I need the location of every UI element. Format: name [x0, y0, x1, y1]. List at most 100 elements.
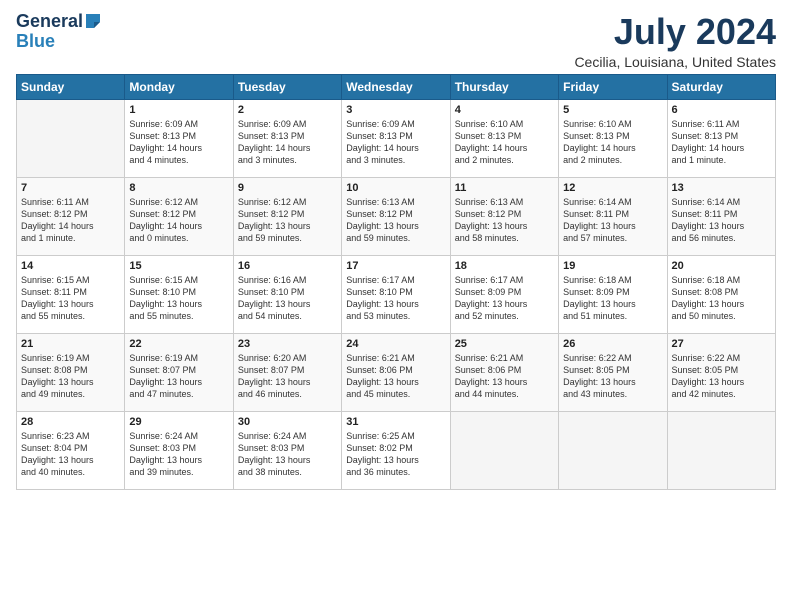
col-header-thursday: Thursday — [450, 74, 558, 99]
col-header-friday: Friday — [559, 74, 667, 99]
day-cell: 16 Sunrise: 6:16 AMSunset: 8:10 PMDayligh… — [233, 255, 341, 333]
day-info: Sunrise: 6:18 AMSunset: 8:09 PMDaylight:… — [563, 274, 662, 323]
week-row-3: 14 Sunrise: 6:15 AMSunset: 8:11 PMDayligh… — [17, 255, 776, 333]
day-number: 12 — [563, 182, 662, 194]
day-cell: 5Sunrise: 6:10 AMSunset: 8:13 PMDaylight… — [559, 99, 667, 177]
day-cell: 17 Sunrise: 6:17 AMSunset: 8:10 PMDayligh… — [342, 255, 450, 333]
col-header-sunday: Sunday — [17, 74, 125, 99]
day-number: 20 — [672, 260, 771, 272]
week-row-1: 1 Sunrise: 6:09 AMSunset: 8:13 PMDaylight… — [17, 99, 776, 177]
day-number: 25 — [455, 338, 554, 350]
logo-general-text: General — [16, 12, 83, 32]
day-number: 21 — [21, 338, 120, 350]
day-info: Sunrise: 6:13 AMSunset: 8:12 PMDaylight:… — [346, 196, 445, 245]
day-number: 27 — [672, 338, 771, 350]
day-cell: 11Sunrise: 6:13 AMSunset: 8:12 PMDayligh… — [450, 177, 558, 255]
day-number: 8 — [129, 182, 228, 194]
day-info: Sunrise: 6:21 AMSunset: 8:06 PMDaylight:… — [455, 352, 554, 401]
day-number: 13 — [672, 182, 771, 194]
month-title: July 2024 — [574, 12, 776, 52]
day-cell: 13 Sunrise: 6:14 AMSunset: 8:11 PMDayligh… — [667, 177, 775, 255]
day-number: 9 — [238, 182, 337, 194]
day-cell: 7Sunrise: 6:11 AMSunset: 8:12 PMDaylight… — [17, 177, 125, 255]
day-number: 23 — [238, 338, 337, 350]
col-header-tuesday: Tuesday — [233, 74, 341, 99]
day-number: 28 — [21, 416, 120, 428]
day-info: Sunrise: 6:18 AMSunset: 8:08 PMDaylight:… — [672, 274, 771, 323]
day-cell: 9 Sunrise: 6:12 AMSunset: 8:12 PMDaylight… — [233, 177, 341, 255]
day-cell: 15 Sunrise: 6:15 AMSunset: 8:10 PMDayligh… — [125, 255, 233, 333]
day-info: Sunrise: 6:14 AMSunset: 8:11 PMDaylight:… — [563, 196, 662, 245]
day-number: 14 — [21, 260, 120, 272]
day-info: Sunrise: 6:10 AMSunset: 8:13 PMDaylight:… — [563, 118, 662, 167]
day-cell: 1 Sunrise: 6:09 AMSunset: 8:13 PMDaylight… — [125, 99, 233, 177]
day-cell: 27 Sunrise: 6:22 AMSunset: 8:05 PMDayligh… — [667, 333, 775, 411]
day-info: Sunrise: 6:20 AMSunset: 8:07 PMDaylight:… — [238, 352, 337, 401]
logo-blue-text: Blue — [16, 32, 55, 52]
day-info: Sunrise: 6:15 AMSunset: 8:10 PMDaylight:… — [129, 274, 228, 323]
day-cell: 20 Sunrise: 6:18 AMSunset: 8:08 PMDayligh… — [667, 255, 775, 333]
day-cell — [667, 411, 775, 489]
location: Cecilia, Louisiana, United States — [574, 54, 776, 70]
day-info: Sunrise: 6:12 AMSunset: 8:12 PMDaylight:… — [238, 196, 337, 245]
day-number: 22 — [129, 338, 228, 350]
day-info: Sunrise: 6:17 AMSunset: 8:10 PMDaylight:… — [346, 274, 445, 323]
day-cell: 3Sunrise: 6:09 AMSunset: 8:13 PMDaylight… — [342, 99, 450, 177]
col-header-monday: Monday — [125, 74, 233, 99]
day-number: 24 — [346, 338, 445, 350]
day-number: 3 — [346, 104, 445, 116]
day-info: Sunrise: 6:16 AMSunset: 8:10 PMDaylight:… — [238, 274, 337, 323]
day-cell: 21 Sunrise: 6:19 AMSunset: 8:08 PMDayligh… — [17, 333, 125, 411]
logo: General Blue — [16, 12, 102, 52]
day-info: Sunrise: 6:22 AMSunset: 8:05 PMDaylight:… — [672, 352, 771, 401]
day-info: Sunrise: 6:15 AMSunset: 8:11 PMDaylight:… — [21, 274, 120, 323]
day-number: 29 — [129, 416, 228, 428]
day-info: Sunrise: 6:25 AMSunset: 8:02 PMDaylight:… — [346, 430, 445, 479]
day-number: 19 — [563, 260, 662, 272]
day-cell: 2 Sunrise: 6:09 AMSunset: 8:13 PMDaylight… — [233, 99, 341, 177]
day-info: Sunrise: 6:09 AMSunset: 8:13 PMDaylight:… — [238, 118, 337, 167]
day-cell: 28 Sunrise: 6:23 AMSunset: 8:04 PMDayligh… — [17, 411, 125, 489]
day-info: Sunrise: 6:11 AMSunset: 8:12 PMDaylight:… — [21, 196, 120, 245]
title-block: July 2024 Cecilia, Louisiana, United Sta… — [574, 12, 776, 70]
day-info: Sunrise: 6:17 AMSunset: 8:09 PMDaylight:… — [455, 274, 554, 323]
day-cell: 26Sunrise: 6:22 AMSunset: 8:05 PMDayligh… — [559, 333, 667, 411]
day-number: 11 — [455, 182, 554, 194]
day-cell: 23 Sunrise: 6:20 AMSunset: 8:07 PMDayligh… — [233, 333, 341, 411]
col-header-saturday: Saturday — [667, 74, 775, 99]
week-row-5: 28 Sunrise: 6:23 AMSunset: 8:04 PMDayligh… — [17, 411, 776, 489]
day-info: Sunrise: 6:14 AMSunset: 8:11 PMDaylight:… — [672, 196, 771, 245]
day-cell — [559, 411, 667, 489]
day-cell: 30Sunrise: 6:24 AMSunset: 8:03 PMDayligh… — [233, 411, 341, 489]
day-cell: 18Sunrise: 6:17 AMSunset: 8:09 PMDayligh… — [450, 255, 558, 333]
day-info: Sunrise: 6:12 AMSunset: 8:12 PMDaylight:… — [129, 196, 228, 245]
day-number: 10 — [346, 182, 445, 194]
day-cell: 24Sunrise: 6:21 AMSunset: 8:06 PMDayligh… — [342, 333, 450, 411]
day-info: Sunrise: 6:19 AMSunset: 8:08 PMDaylight:… — [21, 352, 120, 401]
day-info: Sunrise: 6:09 AMSunset: 8:13 PMDaylight:… — [129, 118, 228, 167]
week-row-2: 7Sunrise: 6:11 AMSunset: 8:12 PMDaylight… — [17, 177, 776, 255]
day-cell: 31Sunrise: 6:25 AMSunset: 8:02 PMDayligh… — [342, 411, 450, 489]
col-header-wednesday: Wednesday — [342, 74, 450, 99]
day-cell: 19 Sunrise: 6:18 AMSunset: 8:09 PMDayligh… — [559, 255, 667, 333]
day-cell: 12 Sunrise: 6:14 AMSunset: 8:11 PMDayligh… — [559, 177, 667, 255]
day-number: 26 — [563, 338, 662, 350]
day-number: 17 — [346, 260, 445, 272]
day-cell: 22 Sunrise: 6:19 AMSunset: 8:07 PMDayligh… — [125, 333, 233, 411]
header: General Blue July 2024 Cecilia, Louisian… — [16, 12, 776, 70]
day-cell: 4Sunrise: 6:10 AMSunset: 8:13 PMDaylight… — [450, 99, 558, 177]
day-cell: 10 Sunrise: 6:13 AMSunset: 8:12 PMDayligh… — [342, 177, 450, 255]
day-number: 4 — [455, 104, 554, 116]
page-container: General Blue July 2024 Cecilia, Louisian… — [0, 0, 792, 500]
day-number: 2 — [238, 104, 337, 116]
day-cell: 25 Sunrise: 6:21 AMSunset: 8:06 PMDayligh… — [450, 333, 558, 411]
day-number: 15 — [129, 260, 228, 272]
day-info: Sunrise: 6:23 AMSunset: 8:04 PMDaylight:… — [21, 430, 120, 479]
day-number: 1 — [129, 104, 228, 116]
day-number: 30 — [238, 416, 337, 428]
calendar-table: SundayMondayTuesdayWednesdayThursdayFrid… — [16, 74, 776, 490]
day-info: Sunrise: 6:24 AMSunset: 8:03 PMDaylight:… — [129, 430, 228, 479]
header-row: SundayMondayTuesdayWednesdayThursdayFrid… — [17, 74, 776, 99]
day-number: 16 — [238, 260, 337, 272]
day-info: Sunrise: 6:19 AMSunset: 8:07 PMDaylight:… — [129, 352, 228, 401]
